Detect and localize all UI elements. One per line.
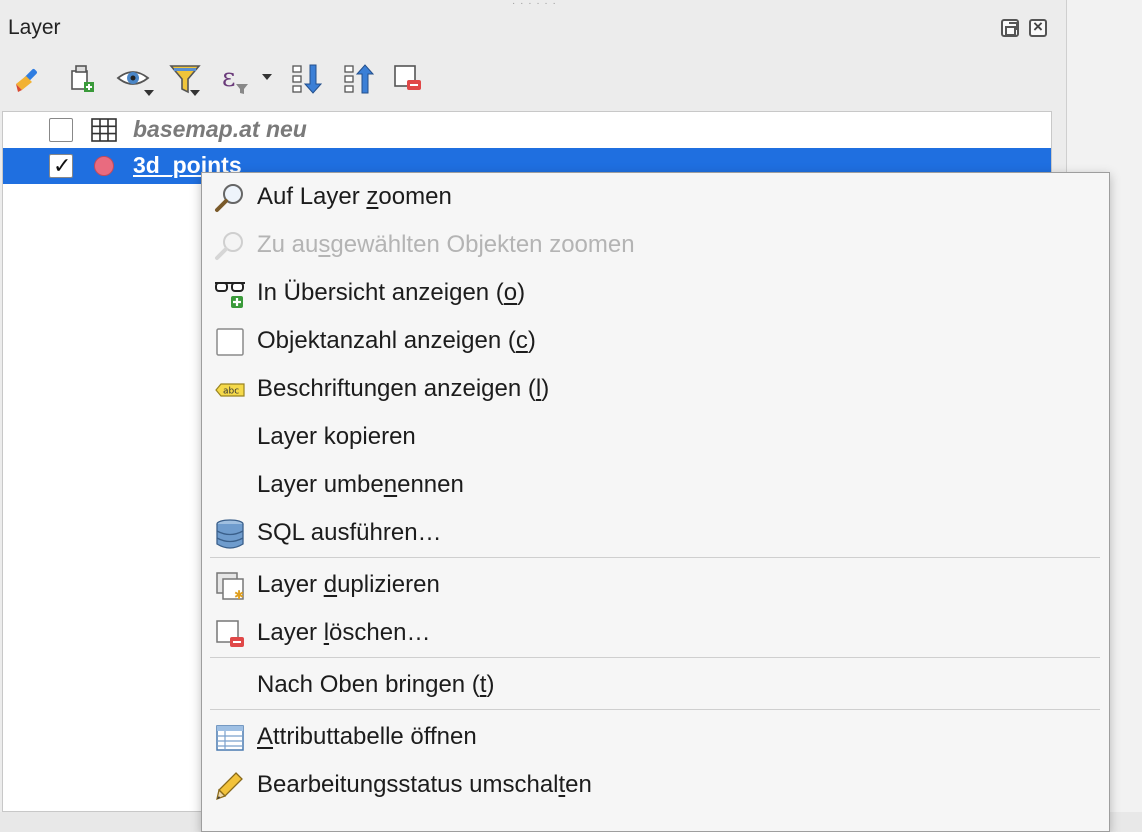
menu-item-execute-sql[interactable]: SQL ausführen… xyxy=(202,510,1109,556)
expression-filter-button[interactable]: ε xyxy=(218,60,272,98)
menu-item-toggle-editing[interactable]: Bearbeitungsstatus umschalten xyxy=(202,762,1109,808)
checkbox-icon xyxy=(216,328,244,356)
menu-separator xyxy=(210,557,1100,558)
menu-item-copy-layer[interactable]: Layer kopieren xyxy=(202,414,1109,460)
chevron-down-icon xyxy=(144,90,154,96)
expression-filter-icon: ε xyxy=(222,63,248,94)
style-brush-button[interactable] xyxy=(10,60,46,98)
menu-item-zoom-to-layer[interactable]: Auf Layer zoomen xyxy=(202,174,1109,220)
menu-item-zoom-to-selected[interactable]: Zu ausgewählten Objekten zoomen xyxy=(202,222,1109,268)
zoom-magnifier-icon xyxy=(215,184,243,212)
checkmark-icon: ✓ xyxy=(53,153,72,178)
collapse-all-icon xyxy=(344,64,375,94)
svg-text:abc: abc xyxy=(223,387,239,397)
close-panel-button[interactable]: × xyxy=(1029,17,1047,37)
add-group-button[interactable] xyxy=(64,60,100,98)
dock-grip[interactable]: · · · · · · xyxy=(512,0,557,9)
menu-item-show-feature-count[interactable]: Objektanzahl anzeigen (c) xyxy=(202,318,1109,364)
panel-title: Layer xyxy=(8,16,61,39)
menu-item-delete-layer[interactable]: Layer löschen… xyxy=(202,610,1109,656)
expand-all-button[interactable] xyxy=(288,60,324,98)
menu-item-open-attribute-table[interactable]: Attributtabelle öffnen xyxy=(202,714,1109,760)
menu-item-bring-to-top[interactable]: Nach Oben bringen (t) xyxy=(202,662,1109,708)
layer-visibility-checkbox[interactable] xyxy=(49,118,73,142)
database-icon xyxy=(216,519,244,549)
menu-item-show-labels[interactable]: abc Beschriftungen anzeigen (l) xyxy=(202,366,1109,412)
layer-context-menu: Auf Layer zoomen Zu ausgewählten Objekte… xyxy=(201,172,1110,832)
menu-item-show-in-overview[interactable]: In Übersicht anzeigen (o) xyxy=(202,270,1109,316)
label-abc-icon: abc xyxy=(215,383,245,397)
layer-row-basemap[interactable]: basemap.at neu xyxy=(3,112,1051,148)
menu-separator xyxy=(210,657,1100,658)
layer-visibility-checkbox[interactable]: ✓ xyxy=(49,153,73,178)
glasses-overview-icon xyxy=(215,282,245,308)
menu-item-duplicate-layer[interactable]: ✱ Layer duplizieren xyxy=(202,562,1109,608)
close-icon: × xyxy=(1033,17,1043,36)
svg-text:ε: ε xyxy=(222,63,235,93)
svg-text:✱: ✱ xyxy=(234,588,244,602)
layer-name: basemap.at neu xyxy=(133,116,307,142)
float-panel-button[interactable] xyxy=(1001,19,1019,37)
style-brush-icon xyxy=(16,69,37,92)
attribute-table-icon xyxy=(216,725,244,751)
filter-legend-button[interactable] xyxy=(166,60,202,98)
add-group-icon xyxy=(71,65,94,92)
remove-layer-icon xyxy=(216,620,244,647)
pencil-edit-icon xyxy=(216,772,243,801)
chevron-down-icon xyxy=(262,74,272,80)
zoom-selected-icon xyxy=(215,232,243,260)
collapse-all-button[interactable] xyxy=(340,60,376,98)
chevron-down-icon xyxy=(190,90,200,96)
menu-item-rename-layer[interactable]: Layer umbenennen xyxy=(202,462,1109,508)
remove-layer-button[interactable] xyxy=(390,60,426,98)
visibility-button[interactable] xyxy=(114,60,154,98)
remove-layer-icon xyxy=(394,65,421,90)
point-layer-icon xyxy=(94,156,114,176)
duplicate-layer-icon: ✱ xyxy=(216,572,244,602)
raster-grid-icon xyxy=(91,118,117,142)
menu-separator xyxy=(210,709,1100,710)
expand-all-icon xyxy=(292,64,323,94)
